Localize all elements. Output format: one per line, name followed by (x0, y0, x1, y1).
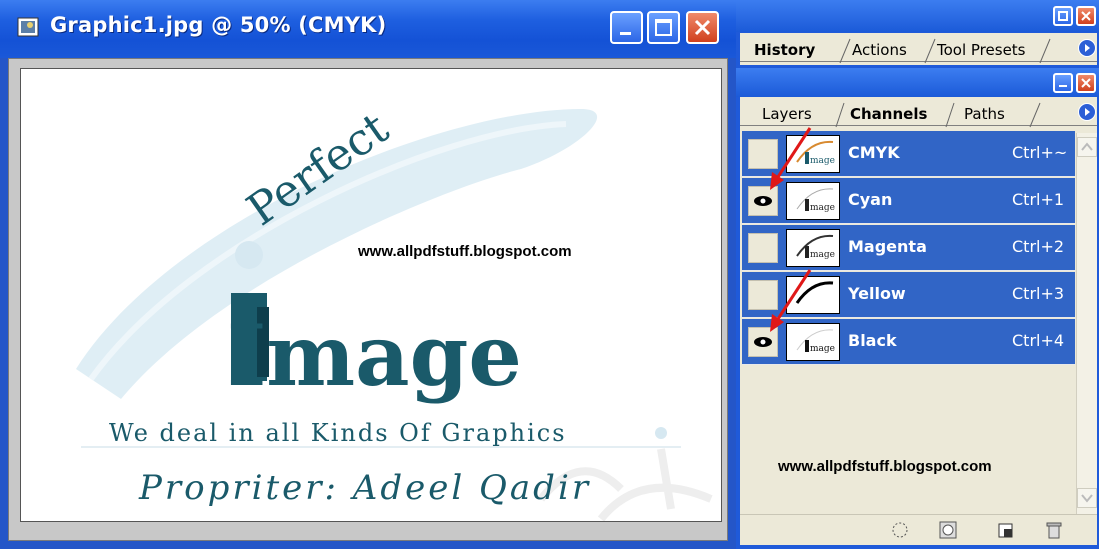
channel-shortcut-yellow: Ctrl+3 (1012, 284, 1065, 303)
close-icon (1081, 78, 1091, 88)
channels-panel-titlebar[interactable] (736, 68, 1099, 97)
channel-thumbnail-yellow (786, 276, 840, 314)
visibility-toggle-yellow[interactable] (748, 280, 778, 310)
close-icon (694, 19, 711, 36)
channel-shortcut-black: Ctrl+4 (1012, 331, 1065, 350)
document-window: Graphic1.jpg @ 50% (CMYK) Perfect Image (0, 0, 736, 549)
channel-shortcut-cyan: Ctrl+1 (1012, 190, 1065, 209)
eye-icon (754, 337, 772, 347)
minimize-icon (1058, 11, 1068, 21)
eye-icon (754, 196, 772, 206)
svg-text:mage: mage (810, 156, 835, 166)
history-tabbar: History Actions Tool Presets (740, 33, 1097, 65)
minimize-icon (620, 32, 631, 35)
document-watermark: www.allpdfstuff.blogspot.com (358, 243, 572, 260)
channels-minimize-button[interactable] (1053, 73, 1073, 93)
history-close-button[interactable] (1076, 6, 1096, 26)
history-panel-titlebar[interactable] (736, 0, 1099, 32)
channel-thumbnail-cmyk: mage (786, 135, 840, 173)
minimize-icon (1059, 85, 1067, 87)
document-titlebar[interactable]: Graphic1.jpg @ 50% (CMYK) (0, 0, 736, 58)
channel-name-cmyk: CMYK (848, 143, 900, 162)
visibility-toggle-cmyk[interactable] (748, 139, 778, 169)
logo-proprietor: Propriter: Adeel Qadir (138, 468, 591, 508)
channel-shortcut-cmyk: Ctrl+~ (1012, 143, 1068, 162)
visibility-toggle-magenta[interactable] (748, 233, 778, 263)
channel-name-cyan: Cyan (848, 190, 893, 209)
channel-name-magenta: Magenta (848, 237, 927, 256)
visibility-toggle-cyan[interactable] (748, 186, 778, 216)
svg-text:mage: mage (810, 203, 835, 213)
document-canvas[interactable]: Perfect Image We deal in all Kinds Of Gr… (20, 68, 722, 522)
channel-name-black: Black (848, 331, 897, 350)
channel-thumbnail-magenta: mage (786, 229, 840, 267)
logo-artwork: Perfect Image We deal in all Kinds Of Gr… (76, 103, 713, 521)
visibility-toggle-black[interactable] (748, 327, 778, 357)
panel-menu-icon (1085, 108, 1090, 116)
channels-scrollbar[interactable] (1076, 133, 1097, 514)
logo-text-image: Image (227, 306, 522, 405)
channel-thumbnail-cyan: mage (786, 182, 840, 220)
close-icon (1081, 11, 1091, 21)
channel-shortcut-magenta: Ctrl+2 (1012, 237, 1065, 256)
scroll-down-button[interactable] (1077, 488, 1097, 508)
chevron-down-icon (1081, 494, 1093, 503)
minimize-button[interactable] (610, 11, 643, 44)
history-minimize-button[interactable] (1053, 6, 1073, 26)
trash-icon[interactable] (1044, 520, 1064, 540)
channels-panel-menu-button[interactable] (1078, 103, 1096, 121)
save-selection-icon[interactable] (938, 520, 958, 540)
maximize-icon (655, 19, 672, 36)
tab-separators (839, 38, 1051, 64)
channel-thumbnail-black: mage (786, 323, 840, 361)
photoshop-doc-icon (17, 17, 39, 37)
close-button[interactable] (686, 11, 719, 44)
scroll-up-button[interactable] (1077, 137, 1097, 157)
logo-tagline: We deal in all Kinds Of Graphics (109, 419, 567, 447)
svg-text:mage: mage (810, 344, 835, 354)
document-title: Graphic1.jpg @ 50% (CMYK) (50, 13, 387, 37)
channels-tabbar: Layers Channels Paths (740, 97, 1097, 129)
channel-name-yellow: Yellow (848, 284, 906, 303)
chevron-up-icon (1081, 142, 1093, 151)
tab-separators (835, 102, 1041, 128)
history-panel-menu-button[interactable] (1078, 39, 1096, 57)
load-selection-icon[interactable] (890, 520, 910, 540)
svg-text:mage: mage (810, 250, 835, 260)
maximize-button[interactable] (647, 11, 680, 44)
panel-watermark: www.allpdfstuff.blogspot.com (778, 458, 992, 475)
channels-close-button[interactable] (1076, 73, 1096, 93)
new-channel-icon[interactable] (996, 520, 1016, 540)
panel-menu-icon (1085, 44, 1090, 52)
